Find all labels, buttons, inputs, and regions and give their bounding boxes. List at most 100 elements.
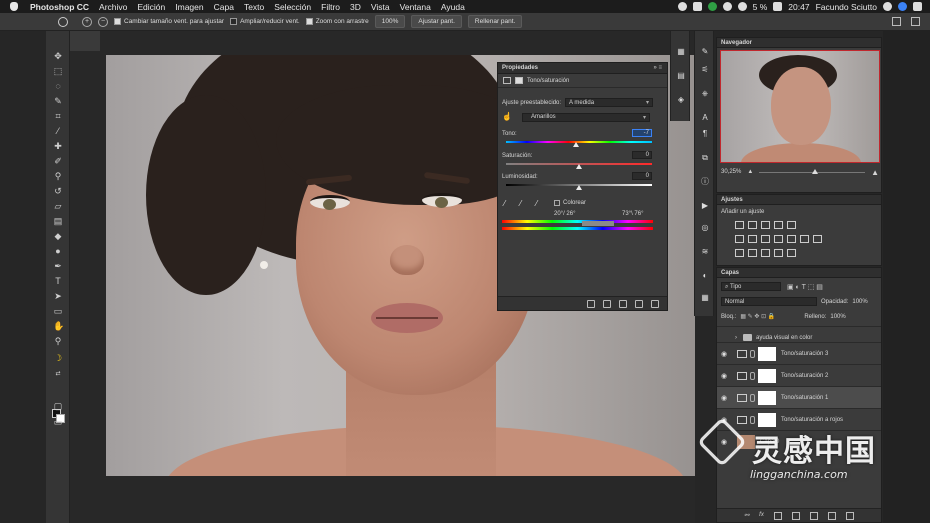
type-tool-icon[interactable]: T (53, 276, 63, 286)
black-white-icon[interactable] (761, 235, 770, 243)
chain-link-icon[interactable] (750, 393, 755, 402)
fill-screen-button[interactable]: Rellenar pant. (467, 15, 523, 28)
brush-presets-icon[interactable]: ✎ (700, 47, 710, 57)
battery-icon[interactable] (773, 2, 783, 11)
eyedropper-minus-icon[interactable]: ⁄ (536, 199, 545, 208)
character-icon[interactable]: A (700, 113, 710, 123)
quick-mask-icon[interactable]: ▢ (53, 401, 63, 411)
menu-texto[interactable]: Texto (244, 2, 264, 12)
brightness-icon[interactable] (735, 221, 744, 229)
volume-icon[interactable] (737, 2, 747, 11)
menu-3d[interactable]: 3D (350, 2, 361, 12)
menu-ventana[interactable]: Ventana (400, 2, 431, 12)
wifi-icon[interactable] (722, 2, 732, 11)
siri-icon[interactable] (898, 2, 907, 11)
eyedropper-icon[interactable]: ⁄ (53, 126, 63, 136)
layer-row-adjustment[interactable]: ◉ Tono/saturación a rojos (717, 408, 881, 430)
chain-link-icon[interactable] (750, 415, 755, 424)
eye-icon[interactable]: ◉ (717, 372, 731, 380)
dodge-tool-icon[interactable]: ● (53, 246, 63, 256)
layer-mask-thumb[interactable] (758, 412, 776, 427)
history-brush-icon[interactable]: ↺ (53, 186, 63, 196)
lock-icons[interactable]: ▦ ✎ ✥ ⊡ 🔒 (740, 313, 800, 320)
properties-icon[interactable]: ▤ (676, 71, 686, 81)
panel-menu-icon[interactable]: » ≡ (653, 65, 662, 71)
search-icon[interactable] (892, 17, 901, 26)
trash-icon[interactable] (651, 299, 659, 308)
layers-header[interactable]: Capas (717, 268, 881, 278)
paths-icon[interactable]: ◐ (700, 271, 710, 281)
display-icon[interactable] (692, 2, 702, 11)
notification-center-icon[interactable] (913, 2, 922, 11)
marquee-tool-icon[interactable]: ⬚ (53, 66, 63, 76)
channels-icon[interactable]: ≋ (700, 247, 710, 257)
apple-icon[interactable] (10, 2, 18, 11)
menu-vista[interactable]: Vista (371, 2, 390, 12)
navigator-thumbnail[interactable] (720, 50, 880, 163)
user-name[interactable]: Facundo Sciutto (816, 2, 877, 12)
hue-saturation-icon[interactable] (735, 235, 744, 243)
menu-seleccion[interactable]: Selección (274, 2, 311, 12)
new-adjustment-icon[interactable] (791, 511, 800, 520)
reset-icon[interactable] (619, 299, 627, 308)
eraser-icon[interactable]: ▱ (53, 201, 63, 211)
add-mask-icon[interactable] (773, 511, 782, 520)
range-selector[interactable] (582, 221, 614, 226)
clock[interactable]: 20:47 (788, 2, 809, 12)
color-balance-icon[interactable] (748, 235, 757, 243)
fill-value[interactable]: 100% (830, 314, 845, 320)
lightness-input[interactable]: 0 (632, 172, 652, 180)
crop-tool-icon[interactable]: ⌗ (53, 111, 63, 121)
visibility-icon[interactable] (635, 299, 643, 308)
saturation-slider-thumb[interactable] (576, 164, 582, 169)
zoom-slider-thumb[interactable] (812, 168, 819, 174)
zoom-tool-icon[interactable] (58, 17, 68, 27)
paragraph-icon[interactable]: ¶ (700, 129, 710, 139)
opacity-value[interactable]: 100% (852, 299, 867, 305)
zoom-out-button[interactable]: − (98, 16, 108, 27)
swap-colors-icon[interactable]: ⇄ (53, 369, 63, 379)
menu-edicion[interactable]: Edición (137, 2, 165, 12)
selective-color-icon[interactable] (787, 249, 796, 257)
pen-tool-icon[interactable]: ✒ (53, 261, 63, 271)
mask-icon[interactable] (515, 77, 523, 84)
zoom-all-windows-checkbox[interactable]: Ampliar/reducir vent. (230, 18, 300, 25)
layer-row-adjustment-selected[interactable]: ◉ Tono/saturación 1 (717, 386, 881, 408)
blend-mode-select[interactable]: Normal (721, 297, 817, 306)
histogram-icon[interactable]: ▦ (676, 47, 686, 57)
vibrance-icon[interactable] (787, 221, 796, 229)
blur-tool-icon[interactable]: ◆ (53, 231, 63, 241)
record-icon[interactable] (677, 2, 687, 11)
color-lookup-grid-icon[interactable] (813, 235, 822, 243)
posterize-icon[interactable] (748, 249, 757, 257)
zoom-tool-icon[interactable]: ⚲ (53, 336, 63, 346)
eye-icon[interactable]: ◉ (717, 350, 731, 358)
styles-icon[interactable]: ◎ (700, 223, 710, 233)
lightness-slider-thumb[interactable] (576, 185, 582, 190)
actions-icon[interactable]: ▶ (700, 201, 710, 211)
resize-windows-checkbox[interactable]: Cambiar tamaño vent. para ajustar (114, 18, 224, 25)
healing-brush-icon[interactable]: ✚ (53, 141, 63, 151)
clone-stamp-icon[interactable]: ⚲ (53, 171, 63, 181)
layer-mask-thumb[interactable] (758, 368, 776, 383)
filter-pixel-icon[interactable]: ▣ ◐ T ⬚ ▤ (787, 283, 823, 291)
fit-screen-button[interactable]: Ajustar pant. (411, 15, 462, 28)
hue-input[interactable]: -7 (632, 129, 652, 137)
new-group-icon[interactable] (809, 511, 818, 520)
view-previous-icon[interactable] (603, 299, 611, 308)
zoom-in-button[interactable]: + (82, 16, 92, 27)
navigator-zoom-slider[interactable] (759, 168, 866, 174)
colorize-checkbox[interactable] (554, 200, 560, 206)
clone-source-icon[interactable]: ⎈ (700, 89, 710, 99)
new-layer-icon[interactable] (827, 511, 836, 520)
invert-icon[interactable] (735, 249, 744, 257)
swatches-icon[interactable]: ▦ (700, 293, 710, 303)
levels-icon[interactable] (748, 221, 757, 229)
targeted-adjustment-icon[interactable]: ☝ (502, 112, 512, 122)
threshold-icon[interactable] (761, 249, 770, 257)
saturation-input[interactable]: 0 (632, 151, 652, 159)
layer-mask-thumb[interactable] (758, 346, 776, 361)
navigator-header[interactable]: Navegador (717, 38, 881, 48)
info-icon[interactable]: ⓘ (700, 177, 710, 187)
quick-selection-icon[interactable]: ✎ (53, 96, 63, 106)
